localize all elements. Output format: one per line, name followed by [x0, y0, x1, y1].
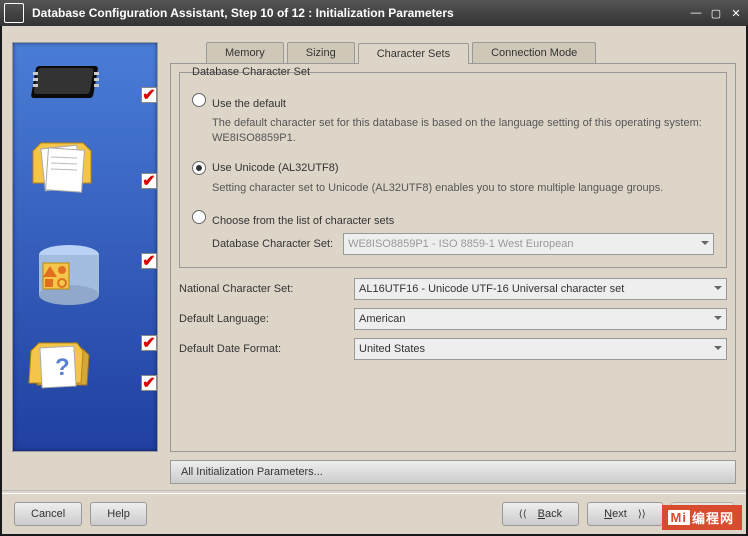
tab-memory[interactable]: Memory: [206, 42, 284, 63]
next-arrow-icon: ⟩⟩: [638, 509, 646, 520]
watermark: Mi编程网: [662, 505, 742, 530]
radio-label: Use Unicode (AL32UTF8): [212, 162, 339, 174]
db-charset-group: Database Character Set Use the default T…: [179, 72, 727, 268]
default-desc: The default character set for this datab…: [212, 116, 714, 147]
footer: Cancel Help ⟨⟨ Back Next ⟩⟩ Finish: [2, 494, 746, 534]
tab-sizing[interactable]: Sizing: [287, 42, 355, 63]
radio-use-default[interactable]: Use the default: [192, 93, 714, 110]
tab-panel: Database Character Set Use the default T…: [170, 63, 736, 452]
tab-connection-mode[interactable]: Connection Mode: [472, 42, 596, 63]
default-language-value: American: [359, 313, 405, 325]
radio-icon: [192, 93, 206, 107]
radio-use-unicode[interactable]: Use Unicode (AL32UTF8): [192, 161, 714, 175]
tab-bar: Memory Sizing Character Sets Connection …: [206, 42, 736, 63]
help-button[interactable]: Help: [90, 502, 147, 526]
national-charset-label: National Character Set:: [179, 283, 354, 295]
step-check-icon: ✔: [139, 333, 159, 353]
default-date-format-label: Default Date Format:: [179, 343, 354, 355]
lower-fields: National Character Set: AL16UTF16 - Unic…: [179, 278, 727, 360]
step-check-icon: ✔: [139, 171, 159, 191]
back-button[interactable]: ⟨⟨ Back: [502, 502, 579, 526]
titlebar: Database Configuration Assistant, Step 1…: [0, 0, 748, 26]
back-arrow-icon: ⟨⟨: [519, 509, 527, 520]
all-init-params-button[interactable]: All Initialization Parameters...: [170, 460, 736, 484]
national-charset-value: AL16UTF16 - Unicode UTF-16 Universal cha…: [359, 283, 624, 295]
close-button[interactable]: ✕: [728, 5, 744, 21]
radio-choose-list[interactable]: Choose from the list of character sets: [192, 210, 714, 227]
minimize-button[interactable]: —: [688, 5, 704, 21]
default-language-select[interactable]: American: [354, 308, 727, 330]
wizard-sidebar: ? ✔ ✔ ✔ ✔ ✔: [12, 42, 158, 452]
maximize-button[interactable]: ▢: [708, 5, 724, 21]
unicode-desc: Setting character set to Unicode (AL32UT…: [212, 181, 714, 196]
radio-label: Choose from the list of character sets: [212, 215, 394, 227]
group-legend: Database Character Set: [188, 66, 314, 78]
tab-character-sets[interactable]: Character Sets: [358, 43, 469, 64]
radio-icon: [192, 210, 206, 224]
main-panel: Memory Sizing Character Sets Connection …: [170, 42, 736, 484]
step-check-icon: ✔: [139, 85, 159, 105]
radio-icon: [192, 161, 206, 175]
radio-label: Use the default: [212, 98, 286, 110]
svg-text:?: ?: [55, 354, 70, 381]
step-check-icon: ✔: [139, 373, 159, 393]
sidebar-graphic: ?: [13, 43, 157, 451]
window-title: Database Configuration Assistant, Step 1…: [32, 6, 684, 20]
app-icon: [4, 3, 24, 23]
cancel-button[interactable]: Cancel: [14, 502, 82, 526]
national-charset-select[interactable]: AL16UTF16 - Unicode UTF-16 Universal cha…: [354, 278, 727, 300]
step-check-icon: ✔: [139, 251, 159, 271]
default-date-format-value: United States: [359, 343, 425, 355]
default-date-format-select[interactable]: United States: [354, 338, 727, 360]
db-charset-value: WE8ISO8859P1 - ISO 8859-1 West European: [348, 238, 573, 250]
default-language-label: Default Language:: [179, 313, 354, 325]
next-button[interactable]: Next ⟩⟩: [587, 502, 663, 526]
db-charset-select: WE8ISO8859P1 - ISO 8859-1 West European: [343, 233, 714, 255]
db-charset-label: Database Character Set:: [212, 238, 333, 250]
